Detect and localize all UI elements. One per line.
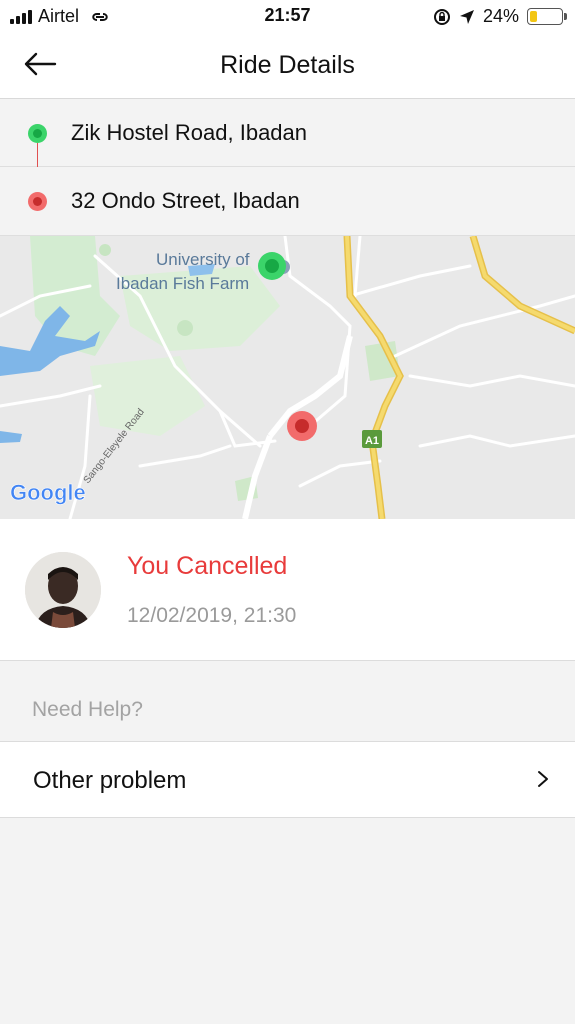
page-title: Ride Details <box>220 51 355 79</box>
help-section-label: Need Help? <box>32 698 143 721</box>
pickup-row: Zik Hostel Road, Ibadan <box>0 99 575 167</box>
ride-datetime: 12/02/2019, 21:30 <box>127 604 297 627</box>
map-place-label-line2: Ibadan Fish Farm <box>116 274 249 293</box>
google-attribution: Google <box>10 480 86 505</box>
other-problem-label: Other problem <box>33 767 187 794</box>
other-problem-row[interactable]: Other problem <box>0 741 575 818</box>
pickup-address: Zik Hostel Road, Ibadan <box>71 120 308 145</box>
map-place-label-line1: University of <box>156 250 250 269</box>
highway-badge-label: A1 <box>365 435 379 447</box>
driver-photo-icon <box>25 552 101 628</box>
route-map[interactable]: A1 University of Ibadan Fish Farm Sango-… <box>0 236 575 519</box>
battery-icon <box>527 8 567 25</box>
rotation-lock-icon <box>433 8 450 25</box>
location-arrow-icon <box>459 9 474 24</box>
dropoff-row: 32 Ondo Street, Ibadan <box>0 167 575 236</box>
battery-fill <box>530 11 538 22</box>
driver-avatar <box>25 552 101 628</box>
ride-status: You Cancelled <box>127 552 288 580</box>
pickup-marker-icon <box>28 124 47 143</box>
nav-bar: Ride Details <box>0 32 575 99</box>
dropoff-marker-icon <box>28 192 47 211</box>
status-right: 24% <box>433 6 567 27</box>
ride-card: You Cancelled 12/02/2019, 21:30 <box>0 519 575 661</box>
chevron-right-icon <box>538 771 548 787</box>
status-bar: Airtel 21:57 24% <box>0 0 575 32</box>
map-canvas: A1 University of Ibadan Fish Farm Sango-… <box>0 236 575 519</box>
battery-percent: 24% <box>482 6 519 26</box>
dropoff-address: 32 Ondo Street, Ibadan <box>71 188 300 213</box>
